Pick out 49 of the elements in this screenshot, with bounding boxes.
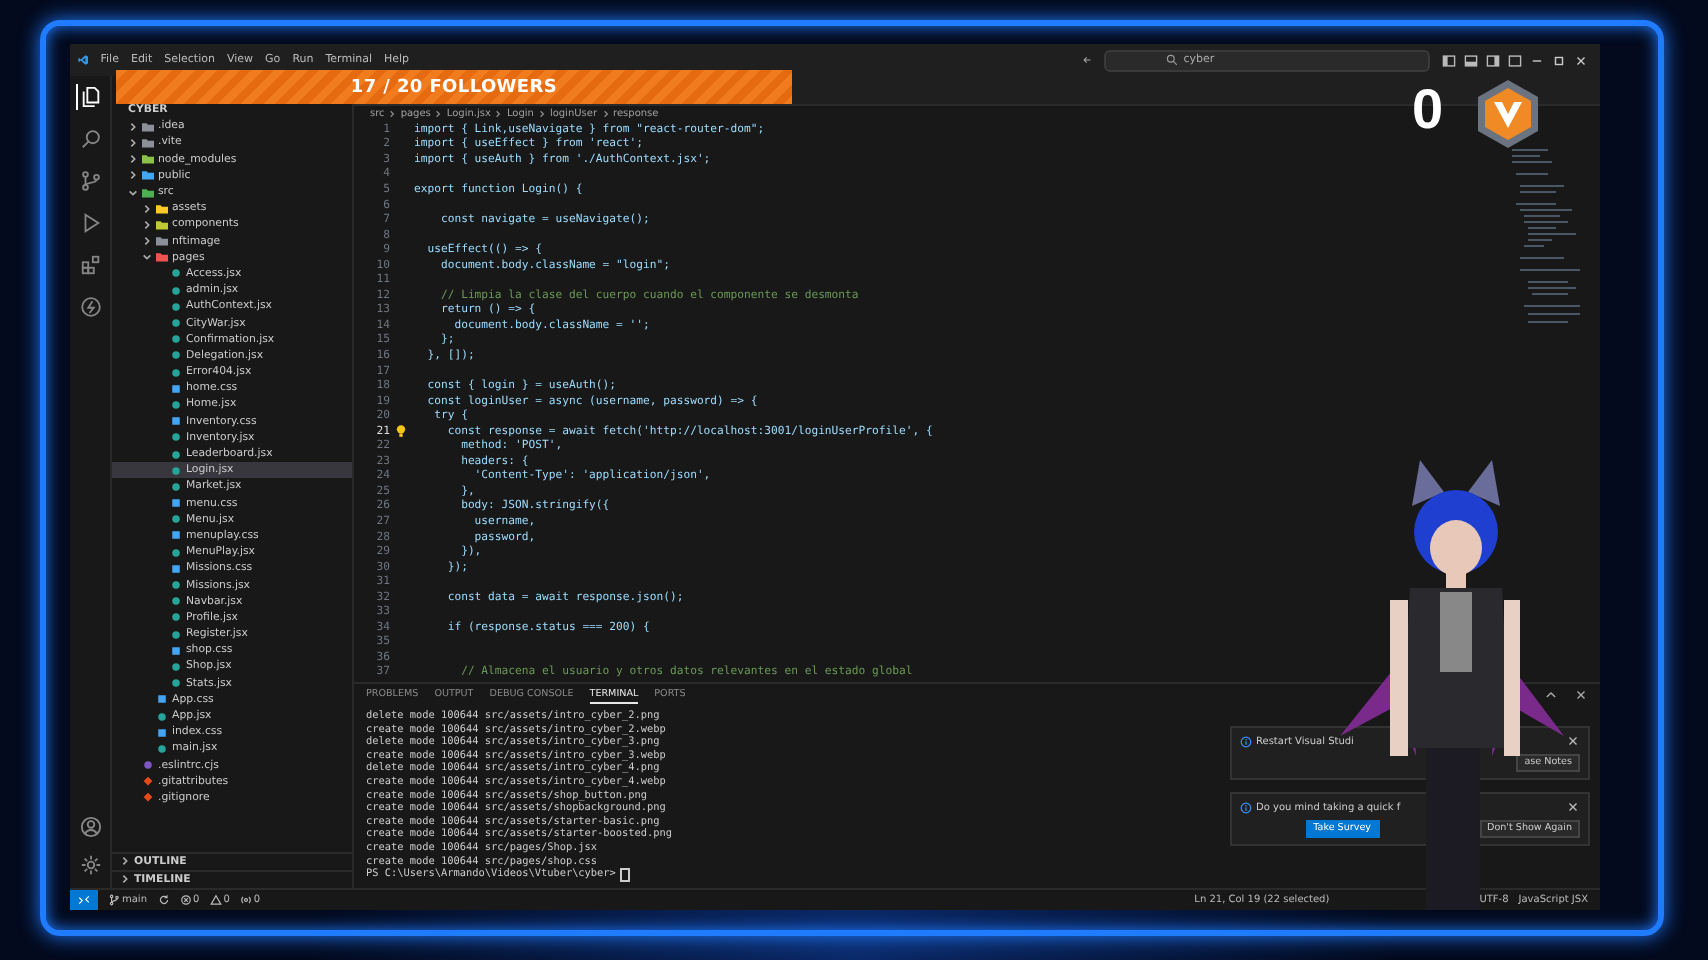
hash-file-icon: [170, 645, 182, 656]
remote-icon: [78, 894, 90, 906]
remote-button[interactable]: [70, 890, 98, 910]
status-item[interactable]: [157, 894, 169, 906]
error-icon: [179, 894, 191, 906]
text-cursor: [619, 867, 630, 882]
hash-file-icon: [170, 416, 182, 427]
lightning-icon: [79, 296, 101, 318]
back-arrow-icon[interactable]: [1081, 52, 1092, 68]
branch-icon: [79, 170, 101, 192]
caret-up-icon[interactable]: [1544, 688, 1558, 702]
settings-icon[interactable]: [79, 854, 101, 876]
layout-icon[interactable]: [1442, 53, 1456, 67]
search-icon: [1165, 54, 1178, 66]
files-icon: [80, 86, 102, 108]
atom-file-icon: [170, 399, 182, 410]
info-icon: [1240, 735, 1252, 747]
close-icon[interactable]: [1566, 734, 1580, 748]
close-icon[interactable]: [1574, 688, 1588, 702]
broadcast-icon: [239, 894, 252, 906]
hash-file-icon: [170, 383, 182, 394]
atom-file-icon: [170, 514, 182, 525]
branch-icon: [108, 894, 120, 906]
layout-icon[interactable]: [1486, 53, 1500, 67]
account-icon[interactable]: [79, 816, 101, 838]
hash-file-icon: [170, 563, 182, 574]
info-icon: [1240, 801, 1252, 813]
maximize-icon[interactable]: [1552, 53, 1566, 67]
search-icon: [79, 128, 101, 150]
layout-icon[interactable]: [1464, 53, 1478, 67]
atom-file-icon: [156, 743, 168, 754]
counter-value: 0: [1412, 76, 1444, 144]
hexagon-badge-icon: [1472, 78, 1544, 150]
hash-file-icon: [170, 530, 182, 541]
lightbulb-icon[interactable]: [396, 424, 406, 439]
circle-file-icon: [142, 760, 154, 771]
blocks-icon: [79, 254, 101, 276]
app-logo-icon: [78, 52, 89, 68]
atom-file-icon: [170, 547, 182, 558]
close-icon[interactable]: [1566, 800, 1580, 814]
hash-file-icon: [156, 694, 168, 705]
hash-file-icon: [170, 498, 182, 509]
followers-goal-banner: 17 / 20 FOLLOWERS: [116, 70, 792, 104]
hash-file-icon: [156, 727, 168, 738]
warning-icon: [209, 894, 222, 906]
atom-file-icon: [156, 711, 168, 722]
sync-icon: [157, 894, 169, 906]
close-icon[interactable]: [1574, 53, 1588, 67]
layout-icon[interactable]: [1508, 53, 1522, 67]
